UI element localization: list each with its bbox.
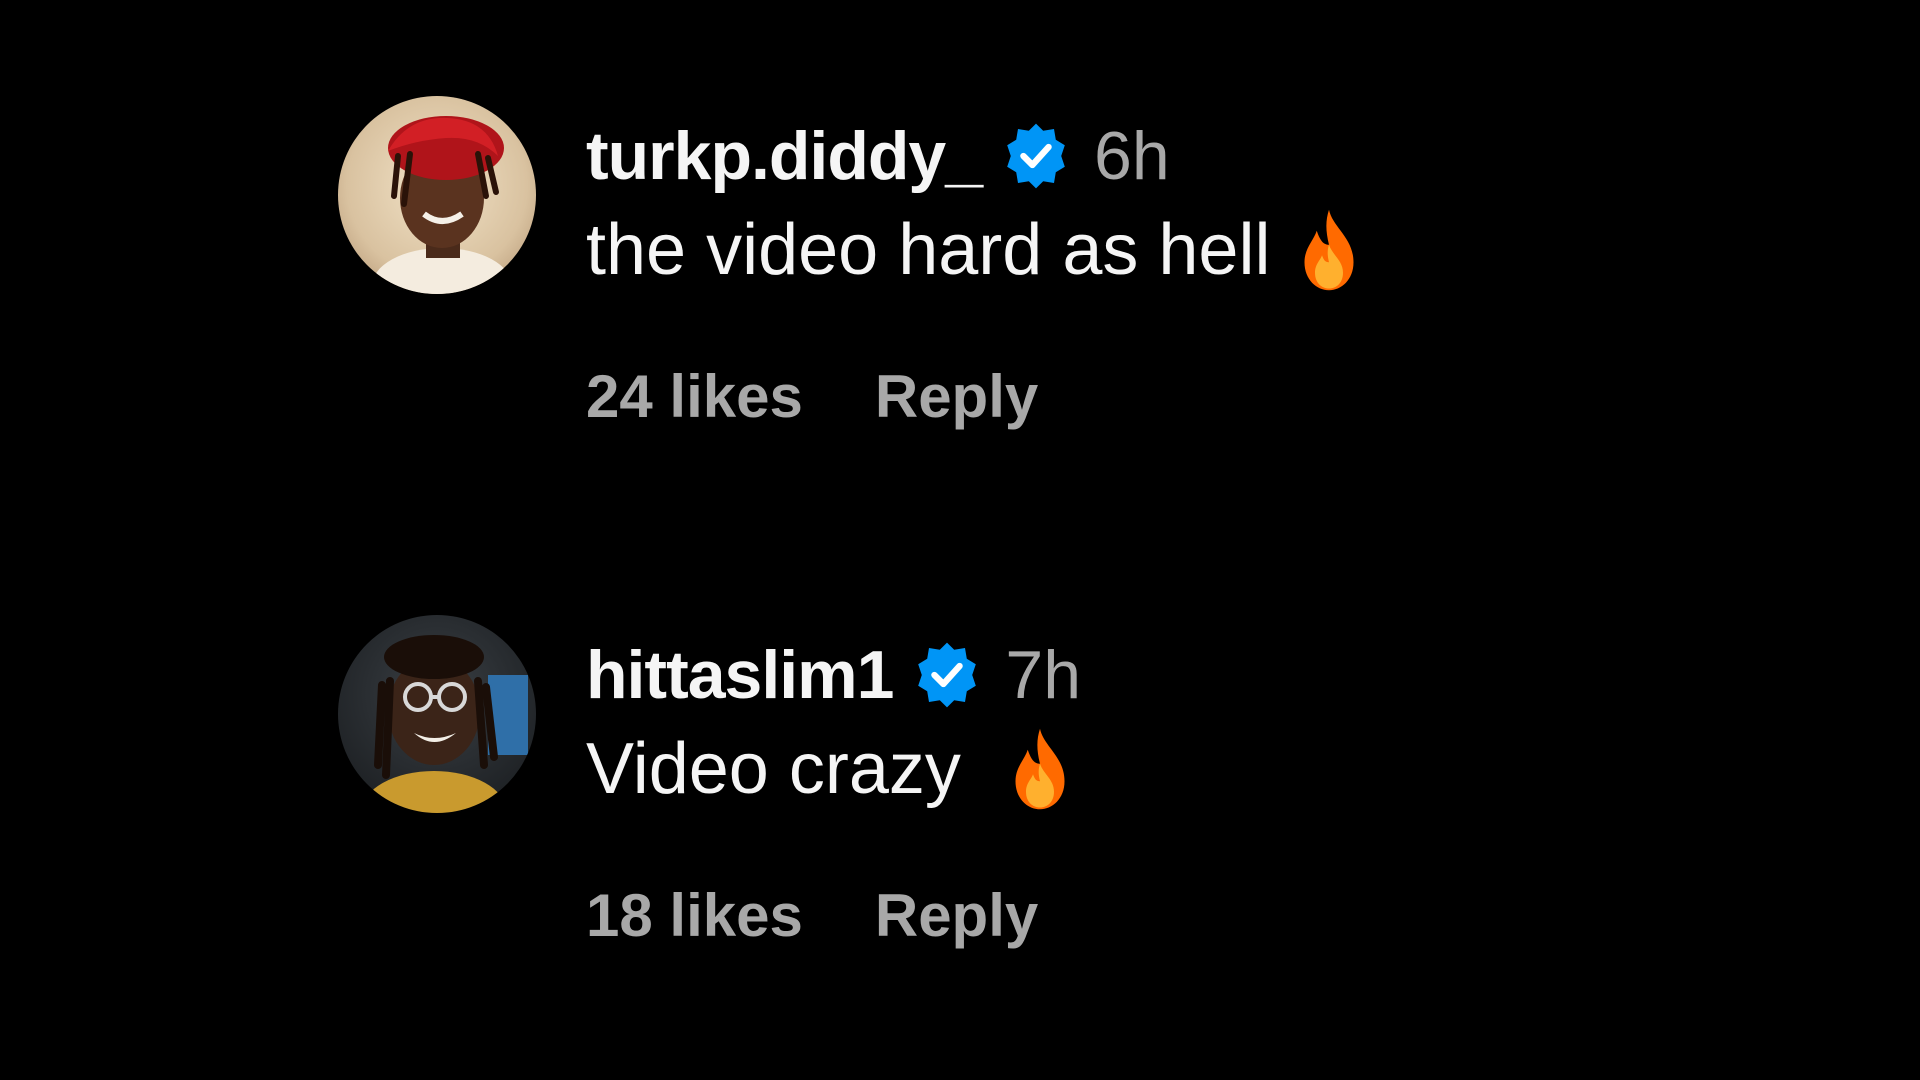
avatar[interactable]: [338, 615, 536, 813]
username-link[interactable]: turkp.diddy_: [586, 117, 983, 195]
comment-meta: 24 likes Reply: [586, 356, 1364, 436]
comment-text-row: Video crazy: [586, 719, 1081, 819]
reply-button[interactable]: Reply: [875, 362, 1038, 431]
verified-badge-icon: [1000, 120, 1072, 192]
likes-count[interactable]: 18 likes: [586, 881, 803, 950]
comment-header: turkp.diddy_ 6h: [586, 116, 1364, 196]
avatar[interactable]: [338, 96, 536, 294]
comment-body: turkp.diddy_ 6h the video hard as hell 2…: [586, 96, 1364, 436]
fire-emoji-icon: [1005, 725, 1075, 813]
comment-timestamp[interactable]: 7h: [1005, 636, 1081, 714]
username-link[interactable]: hittaslim1: [586, 636, 894, 714]
fire-emoji-icon: [1294, 206, 1364, 294]
avatar-image: [338, 615, 536, 813]
comment-header: hittaslim1 7h: [586, 635, 1081, 715]
comment-text: Video crazy: [586, 729, 981, 809]
comment-timestamp[interactable]: 6h: [1094, 117, 1170, 195]
comment-text-row: the video hard as hell: [586, 200, 1364, 300]
comment-text: the video hard as hell: [586, 210, 1271, 290]
reply-button[interactable]: Reply: [875, 881, 1038, 950]
comment-meta: 18 likes Reply: [586, 875, 1081, 955]
verified-badge-icon: [911, 639, 983, 711]
comment-item: hittaslim1 7h Video crazy 18 likes Reply: [338, 615, 1081, 955]
avatar-image: [338, 96, 536, 294]
comment-item: turkp.diddy_ 6h the video hard as hell 2…: [338, 96, 1364, 436]
likes-count[interactable]: 24 likes: [586, 362, 803, 431]
comment-body: hittaslim1 7h Video crazy 18 likes Reply: [586, 615, 1081, 955]
